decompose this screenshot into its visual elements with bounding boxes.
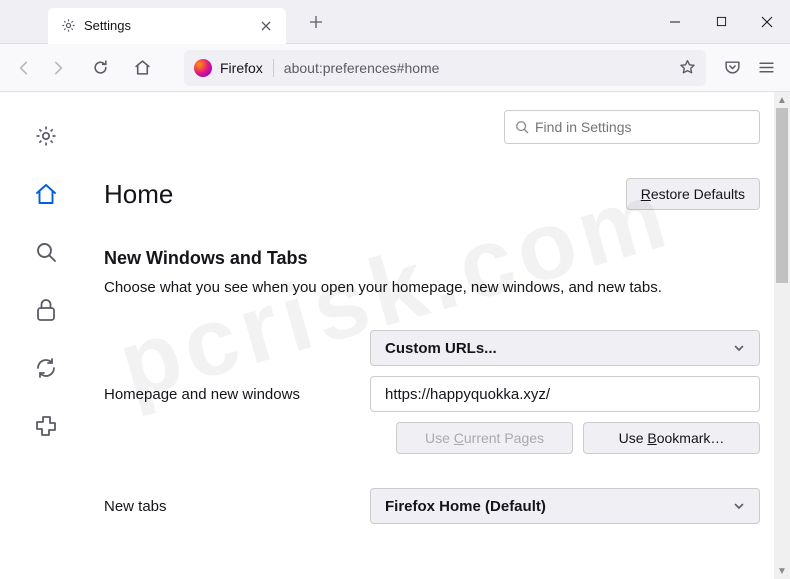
new-tab-button[interactable] <box>302 8 330 36</box>
reload-button[interactable] <box>84 52 116 84</box>
settings-search-input[interactable] <box>535 119 749 135</box>
maximize-button[interactable] <box>698 0 744 44</box>
browser-tab[interactable]: Settings <box>48 8 286 44</box>
window-controls <box>652 0 790 44</box>
url-bar[interactable]: Firefox about:preferences#home <box>184 50 706 86</box>
toolbar: Firefox about:preferences#home <box>0 44 790 92</box>
dropdown-value: Firefox Home (Default) <box>385 498 546 515</box>
sidebar <box>0 92 92 579</box>
sidebar-privacy-icon[interactable] <box>30 294 62 326</box>
forward-button[interactable] <box>42 52 74 84</box>
titlebar: Settings <box>0 0 790 44</box>
gear-icon <box>60 18 76 34</box>
close-window-button[interactable] <box>744 0 790 44</box>
back-button[interactable] <box>8 52 40 84</box>
main-panel: Home Restore Defaults New Windows and Ta… <box>92 92 790 579</box>
scroll-up-arrow[interactable]: ▲ <box>774 92 790 108</box>
divider <box>273 59 274 77</box>
chevron-down-icon <box>733 342 745 354</box>
dropdown-value: Custom URLs... <box>385 340 497 357</box>
minimize-button[interactable] <box>652 0 698 44</box>
section-description: Choose what you see when you open your h… <box>104 279 760 296</box>
settings-search[interactable] <box>504 110 760 144</box>
close-icon[interactable] <box>258 18 274 34</box>
homepage-field-label: Homepage and new windows <box>104 386 370 403</box>
vertical-scrollbar[interactable]: ▲ ▼ <box>774 92 790 579</box>
sidebar-search-icon[interactable] <box>30 236 62 268</box>
page-title: Home <box>104 179 173 210</box>
sidebar-home-icon[interactable] <box>30 178 62 210</box>
newtabs-dropdown[interactable]: Firefox Home (Default) <box>370 488 760 524</box>
section-title: New Windows and Tabs <box>104 248 760 269</box>
pocket-button[interactable] <box>716 52 748 84</box>
scrollbar-thumb[interactable] <box>776 108 788 283</box>
bookmark-star-icon[interactable] <box>679 59 696 76</box>
use-bookmark-button[interactable]: Use Bookmark… <box>583 422 760 454</box>
chevron-down-icon <box>733 500 745 512</box>
menu-button[interactable] <box>750 52 782 84</box>
use-current-pages-button[interactable]: Use Current Pages <box>396 422 573 454</box>
homepage-mode-dropdown[interactable]: Custom URLs... <box>370 330 760 366</box>
identity-label: Firefox <box>220 60 263 76</box>
tab-title: Settings <box>84 18 258 33</box>
url-text: about:preferences#home <box>284 60 679 76</box>
restore-defaults-button[interactable]: Restore Defaults <box>626 178 760 210</box>
sidebar-extensions-icon[interactable] <box>30 410 62 442</box>
sidebar-sync-icon[interactable] <box>30 352 62 384</box>
search-icon <box>515 120 529 134</box>
scroll-down-arrow[interactable]: ▼ <box>774 563 790 579</box>
newtabs-label: New tabs <box>104 498 370 515</box>
content-area: Home Restore Defaults New Windows and Ta… <box>0 92 790 579</box>
home-button[interactable] <box>126 52 158 84</box>
firefox-logo-icon <box>194 59 212 77</box>
sidebar-general-icon[interactable] <box>30 120 62 152</box>
homepage-url-input[interactable] <box>370 376 760 412</box>
